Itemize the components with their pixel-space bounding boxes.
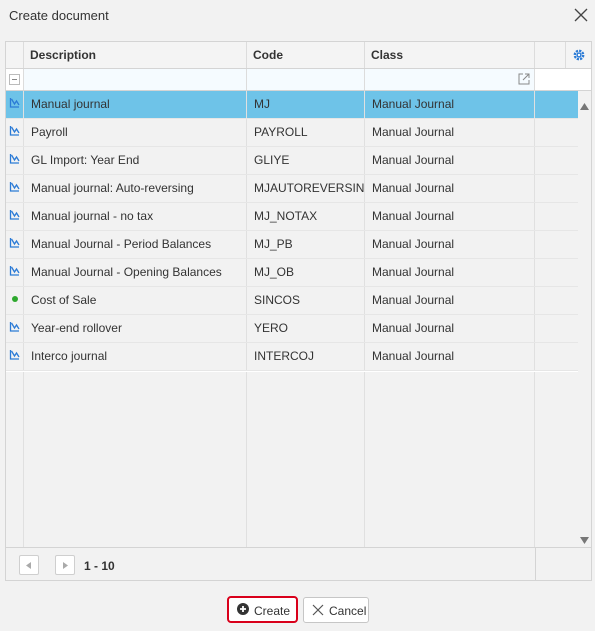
cell-description: Manual Journal - Opening Balances: [24, 259, 247, 286]
filter-row: [6, 69, 591, 91]
table-row[interactable]: Manual journal - no tax MJ_NOTAX Manual Jo…: [6, 203, 578, 231]
cell-description: GL Import: Year End: [24, 147, 247, 174]
grid-empty-area: [6, 372, 578, 547]
gear-icon[interactable]: [572, 48, 586, 62]
cell-description: Interco journal: [24, 343, 247, 370]
document-grid: Description Code Class Manual journal MJ M…: [5, 41, 592, 581]
cell-class: Manual Journal: [365, 91, 535, 118]
class-filter[interactable]: [365, 69, 535, 90]
cell-code: MJ: [247, 91, 365, 118]
table-row[interactable]: Year-end rollover YERO Manual Journal: [6, 315, 578, 343]
scroll-down-icon[interactable]: [580, 533, 589, 547]
header-icon-col: [6, 42, 24, 68]
cell-description: Cost of Sale: [24, 287, 247, 314]
cell-code: YERO: [247, 315, 365, 342]
cell-class: Manual Journal: [365, 147, 535, 174]
cell-description: Manual journal - no tax: [24, 203, 247, 230]
cell-class: Manual Journal: [365, 231, 535, 258]
plus-circle-icon: [237, 603, 249, 615]
column-header-class[interactable]: Class: [365, 42, 535, 68]
cell-class: Manual Journal: [365, 119, 535, 146]
table-row[interactable]: Interco journal INTERCOJ Manual Journal: [6, 343, 578, 371]
open-external-icon[interactable]: [518, 73, 530, 85]
cell-class: Manual Journal: [365, 287, 535, 314]
chart-line-icon: [6, 343, 24, 370]
cancel-button[interactable]: Cancel: [303, 597, 369, 623]
cell-description: Manual journal: [24, 91, 247, 118]
collapse-icon[interactable]: [9, 74, 20, 85]
grid-header: Description Code Class: [6, 42, 591, 69]
next-page-button[interactable]: [55, 555, 75, 575]
cell-code: MJ_OB: [247, 259, 365, 286]
cell-description: Payroll: [24, 119, 247, 146]
close-icon[interactable]: [571, 5, 591, 25]
chart-line-icon: [6, 147, 24, 174]
pager-info: 1 - 10: [84, 559, 115, 573]
table-row[interactable]: Manual Journal - Opening Balances MJ_OB Ma…: [6, 259, 578, 287]
cell-class: Manual Journal: [365, 259, 535, 286]
chart-line-icon: [6, 315, 24, 342]
cell-code: GLIYE: [247, 147, 365, 174]
table-row[interactable]: Manual Journal - Period Balances MJ_PB Man…: [6, 231, 578, 259]
cell-code: MJAUTOREVERSING: [247, 175, 365, 202]
create-button[interactable]: Create: [227, 596, 298, 623]
previous-page-button[interactable]: [19, 555, 39, 575]
cell-class: Manual Journal: [365, 315, 535, 342]
chart-line-icon: [6, 259, 24, 286]
dialog-titlebar: Create document: [0, 0, 595, 34]
green-dot-icon: [6, 287, 24, 314]
column-header-description[interactable]: Description: [24, 42, 247, 68]
table-row[interactable]: GL Import: Year End GLIYE Manual Journal: [6, 147, 578, 175]
scroll-up-icon[interactable]: [580, 99, 589, 113]
cell-class: Manual Journal: [365, 175, 535, 202]
cell-description: Manual journal: Auto-reversing: [24, 175, 247, 202]
dialog-title: Create document: [9, 8, 109, 23]
cell-description: Year-end rollover: [24, 315, 247, 342]
description-filter[interactable]: [24, 69, 247, 90]
filter-collapse-cell: [6, 69, 24, 90]
column-header-code[interactable]: Code: [247, 42, 365, 68]
cell-description: Manual Journal - Period Balances: [24, 231, 247, 258]
pager-bar: 1 - 10: [6, 547, 591, 581]
cell-code: MJ_PB: [247, 231, 365, 258]
table-row[interactable]: Payroll PAYROLL Manual Journal: [6, 119, 578, 147]
chart-line-icon: [6, 175, 24, 202]
cell-class: Manual Journal: [365, 343, 535, 370]
cell-class: Manual Journal: [365, 203, 535, 230]
cell-code: INTERCOJ: [247, 343, 365, 370]
chart-line-icon: [6, 231, 24, 258]
code-filter[interactable]: [247, 69, 365, 90]
header-spacer: [535, 42, 566, 68]
cell-code: PAYROLL: [247, 119, 365, 146]
cell-code: SINCOS: [247, 287, 365, 314]
close-icon: [312, 604, 324, 616]
vertical-scrollbar[interactable]: [578, 91, 591, 547]
chart-line-icon: [6, 119, 24, 146]
cell-code: MJ_NOTAX: [247, 203, 365, 230]
cancel-label: Cancel: [329, 604, 367, 618]
table-row[interactable]: Cost of Sale SINCOS Manual Journal: [6, 287, 578, 315]
create-label: Create: [254, 604, 291, 618]
chart-line-icon: [6, 203, 24, 230]
chart-line-icon: [6, 91, 24, 118]
table-row[interactable]: Manual journal: Auto-reversing MJAUTOREVE…: [6, 175, 578, 203]
table-row[interactable]: Manual journal MJ Manual Journal: [6, 91, 578, 119]
